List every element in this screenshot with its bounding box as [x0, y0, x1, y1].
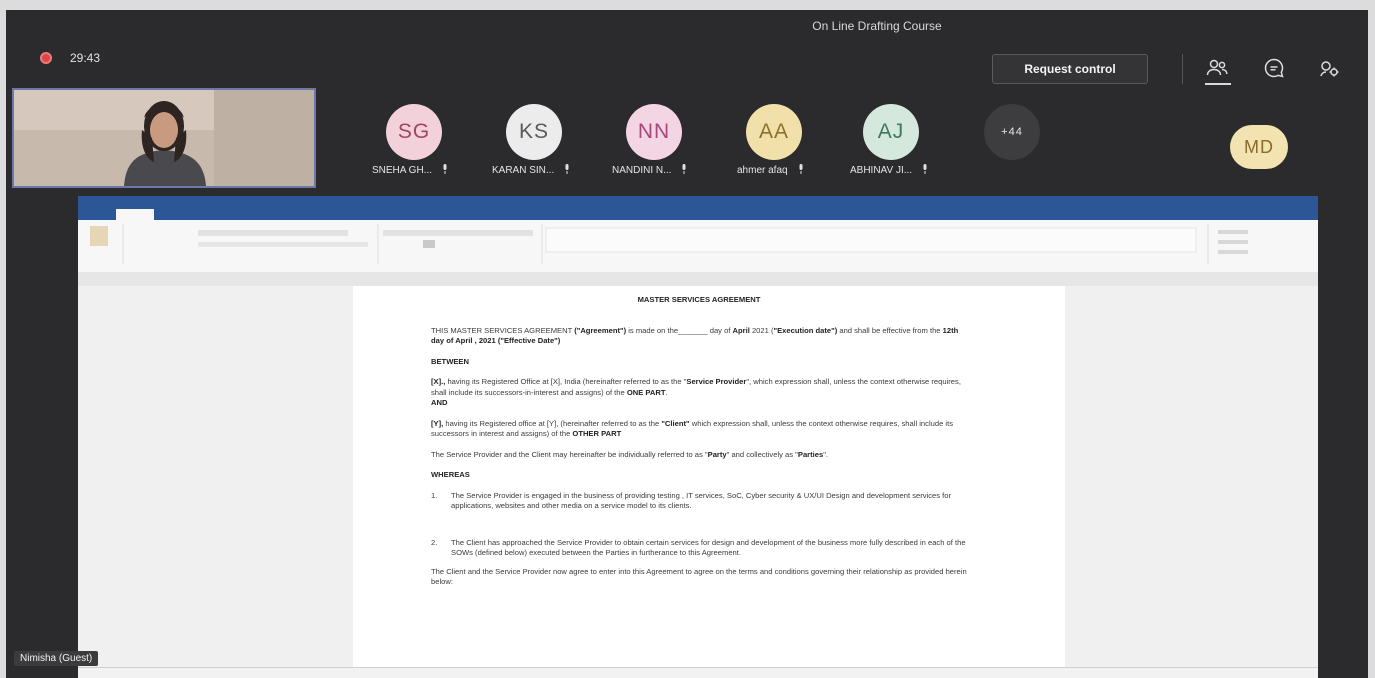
overflow-participants-button[interactable]: +44 [984, 104, 1040, 160]
participant-name: ABHINAV JI... [850, 164, 928, 176]
mic-off-icon [682, 164, 686, 174]
meeting-title: On Line Drafting Course [812, 19, 942, 33]
participant-avatar-aa[interactable]: AA [746, 104, 802, 160]
closing-paragraph: The Client and the Service Provider now … [431, 566, 967, 587]
mic-off-icon [565, 164, 569, 174]
self-video [12, 88, 316, 188]
self-video-name-tag: Nimisha (Guest) [14, 651, 99, 666]
and-heading: AND [431, 398, 448, 407]
intro-paragraph: THIS MASTER SERVICES AGREEMENT ("Agreeme… [431, 325, 959, 346]
participant-avatar-nn[interactable]: NN [626, 104, 682, 160]
chat-icon[interactable] [1262, 56, 1286, 80]
word-ribbon [78, 220, 1318, 273]
document-body: MASTER SERVICES AGREEMENT THIS MASTER SE… [431, 286, 967, 588]
people-tab-indicator [1205, 83, 1231, 85]
recording-icon [40, 52, 52, 64]
presenter-avatar[interactable]: MD [1230, 125, 1288, 169]
participant-name: KARAN SIN... [492, 164, 570, 176]
participant-avatar-sg[interactable]: SG [386, 104, 442, 160]
word-left-margin [78, 286, 353, 678]
participant-name: ahmer afaq [737, 164, 804, 176]
toolbar-divider [1182, 54, 1183, 84]
participant-avatar-ks[interactable]: KS [506, 104, 562, 160]
word-ribbon-tabs [78, 208, 1318, 220]
word-home-tab [116, 209, 154, 220]
ribbon-controls [90, 224, 1248, 264]
word-status-bar [78, 667, 1318, 678]
party-one-paragraph: [X]., having its Registered Office at [X… [431, 377, 961, 397]
meeting-timer: 29:43 [70, 51, 101, 65]
between-heading: BETWEEN [431, 356, 469, 366]
participant-name: NANDINI N... [612, 164, 687, 176]
whereas-heading: WHEREAS [431, 470, 470, 479]
mic-off-icon [799, 164, 803, 174]
participant-avatar-aj[interactable]: AJ [863, 104, 919, 160]
mic-off-icon [443, 164, 447, 174]
participant-name: SNEHA GH... [372, 164, 448, 176]
recital-item: 1. The Service Provider is engaged in the… [431, 490, 952, 511]
mic-off-icon [923, 164, 927, 174]
parties-paragraph: The Service Provider and the Client may … [431, 449, 829, 459]
device-settings-icon[interactable] [1317, 56, 1341, 80]
word-ruler [78, 272, 1318, 286]
request-control-button[interactable]: Request control [992, 54, 1148, 84]
people-icon[interactable] [1205, 56, 1229, 80]
shared-screen-word: MASTER SERVICES AGREEMENT THIS MASTER SE… [78, 196, 1318, 678]
meeting-window: On Line Drafting Course 29:43 Request co… [6, 10, 1368, 678]
word-title-bar [78, 196, 1318, 208]
document-heading: MASTER SERVICES AGREEMENT [637, 295, 761, 304]
party-two-paragraph: [Y], having its Registered office at [Y]… [431, 418, 954, 439]
recital-item: 2. The Client has approached the Service … [431, 537, 966, 558]
document-page: MASTER SERVICES AGREEMENT THIS MASTER SE… [353, 286, 1065, 678]
word-right-margin [1065, 286, 1318, 678]
